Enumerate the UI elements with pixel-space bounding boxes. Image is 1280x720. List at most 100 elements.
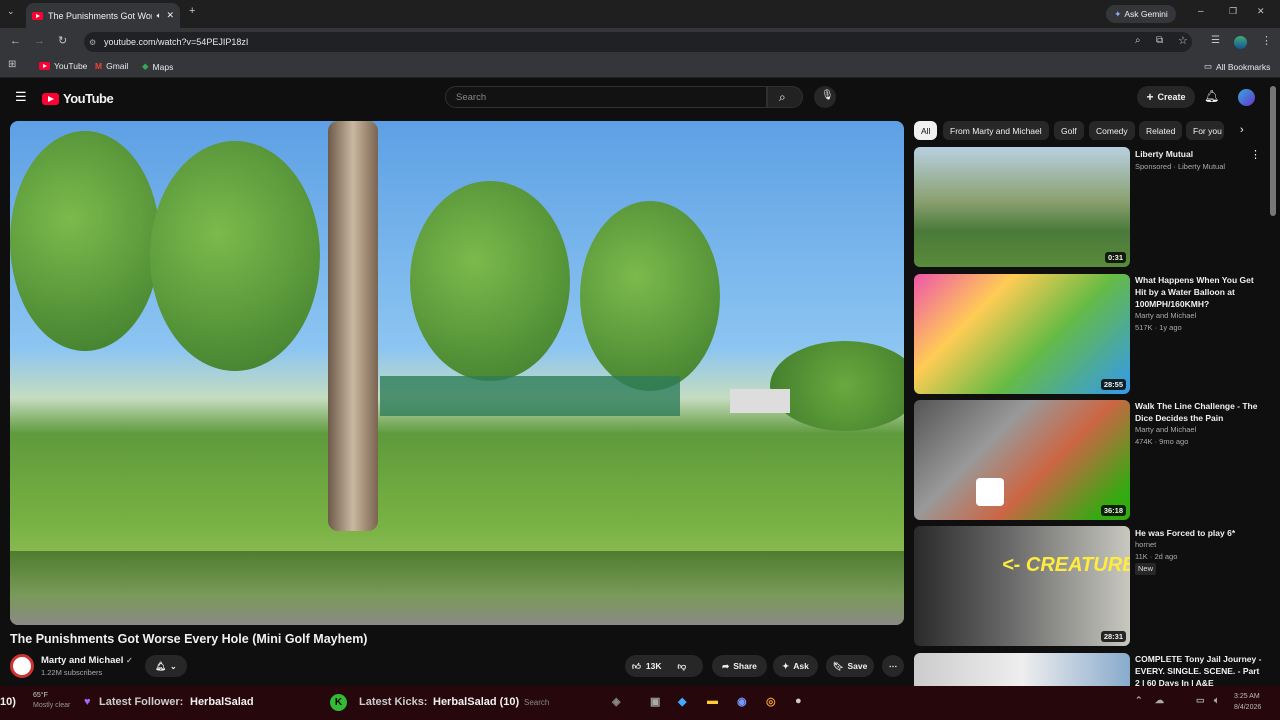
tray-cloud-icon[interactable]: ☁	[1155, 695, 1164, 706]
recommendation-thumbnail[interactable]: 0:31	[914, 147, 1130, 267]
search-icon: ⌕	[779, 90, 786, 104]
scene-path	[10, 551, 904, 625]
follower-name: HerbalSalad	[190, 696, 254, 708]
hamburger-menu-icon[interactable]: ☰	[15, 89, 27, 105]
recommendation-thumbnail[interactable]: 36:18	[914, 400, 1130, 520]
youtube-page: ☰ YouTube Search ⌕ 🎙︎ + Create 🔔︎ The Pu…	[0, 78, 1280, 686]
reload-icon[interactable]: ↻	[58, 34, 67, 47]
ask-gemini-button[interactable]: ✦ Ask Gemini	[1106, 5, 1176, 23]
like-dislike-group: 👍︎ 13K 👎︎	[625, 655, 703, 677]
search-input[interactable]: Search	[445, 86, 767, 108]
url-field[interactable]: ⚙ youtube.com/watch?v=54PEJIP18zI	[84, 32, 1192, 52]
channel-avatar[interactable]	[10, 654, 34, 678]
bookmark-youtube[interactable]: YouTube	[39, 61, 87, 71]
browser-menu-icon[interactable]: ⋮	[1261, 34, 1272, 47]
kicks-value: HerbalSalad (10)	[433, 696, 520, 708]
clock-date[interactable]: 8/4/2026	[1234, 704, 1261, 711]
chip-from-channel[interactable]: From Marty and Michael	[943, 121, 1049, 140]
ask-button[interactable]: ✦ Ask	[773, 655, 818, 677]
voice-search-button[interactable]: 🎙︎	[814, 86, 836, 108]
save-playlist-icon: 🔖︎	[832, 660, 844, 671]
bookmark-label: Maps	[152, 61, 174, 72]
channel-name[interactable]: Marty and Michael ✓	[41, 655, 133, 666]
dislike-button[interactable]: 👎︎	[677, 661, 686, 672]
recommendation-thumbnail[interactable]: 28:55	[914, 274, 1130, 394]
apps-grid-icon[interactable]: ⊞	[8, 59, 16, 70]
chip-for-you[interactable]: For you	[1186, 121, 1224, 140]
youtube-logo[interactable]: YouTube	[42, 91, 114, 106]
recommendation-channel: hornet	[1135, 540, 1157, 549]
bookmark-gmail[interactable]: M Gmail	[95, 61, 128, 71]
weather-temp[interactable]: 65°F	[33, 692, 48, 699]
chevron-right-icon[interactable]: ›	[1240, 124, 1244, 136]
recommendation-meta: Sponsored · Liberty Mutual	[1135, 162, 1226, 171]
recommendation-title[interactable]: He was Forced to play 6*	[1135, 527, 1263, 539]
search-button[interactable]: ⌕	[767, 86, 803, 108]
chip-related[interactable]: Related	[1139, 121, 1183, 140]
subscription-bell-button[interactable]: 🔔︎ ⌄	[145, 655, 187, 677]
zoom-icon[interactable]: ⌕	[1135, 35, 1141, 46]
install-app-icon[interactable]: ⧉	[1156, 35, 1163, 46]
verified-icon: ✓	[126, 656, 133, 665]
account-avatar[interactable]	[1238, 89, 1255, 106]
page-scrollbar[interactable]	[1270, 86, 1276, 216]
browser-tab[interactable]: The Punishments Got Worse 🔈︎ ✕	[26, 3, 180, 28]
recommendation-thumbnail[interactable]: <- CREATURE 28:31	[914, 526, 1130, 646]
more-actions-button[interactable]: ⋯	[882, 655, 904, 677]
video-player[interactable]	[10, 121, 904, 625]
scene-tree	[410, 181, 570, 381]
create-label: Create	[1157, 92, 1186, 102]
more-vertical-icon[interactable]: ⋮	[1250, 148, 1261, 161]
app-icon[interactable]: ◈	[612, 695, 620, 708]
chrome-icon[interactable]: ◎	[766, 695, 776, 708]
minimize-icon[interactable]: –	[1198, 6, 1204, 17]
kicks-label: Latest Kicks:	[359, 696, 428, 708]
tab-search-list-icon[interactable]: ☰	[1211, 35, 1220, 46]
recommendation-title[interactable]: What Happens When You Get Hit by a Water…	[1135, 274, 1263, 310]
save-button[interactable]: 🔖︎ Save	[826, 655, 874, 677]
kick-logo-icon: K	[330, 694, 347, 711]
like-button[interactable]: 👍︎ 13K	[632, 661, 661, 672]
notifications-bell-icon[interactable]: 🔔︎	[1204, 89, 1219, 103]
share-label: Share	[733, 661, 757, 671]
discord-icon[interactable]: ◉	[737, 695, 747, 708]
recommendation-thumbnail[interactable]	[914, 653, 1130, 686]
taskbar-search[interactable]: Search	[524, 698, 549, 707]
recommendation-title[interactable]: Liberty Mutual	[1135, 148, 1263, 160]
speaker-icon[interactable]: 🔈︎	[157, 11, 162, 21]
volume-icon[interactable]: 🔈︎	[1214, 695, 1219, 706]
all-bookmarks-folder[interactable]: ▭ All Bookmarks	[1204, 61, 1270, 72]
new-tab-icon[interactable]: +	[189, 5, 195, 17]
forward-icon[interactable]: →	[34, 35, 45, 47]
back-icon[interactable]: ←	[10, 35, 21, 47]
chip-golf[interactable]: Golf	[1054, 121, 1084, 140]
obs-icon[interactable]: ●	[795, 695, 802, 707]
store-icon[interactable]: ◆	[678, 695, 686, 708]
recommendation-title[interactable]: COMPLETE Tony Jail Journey - EVERY. SING…	[1135, 653, 1263, 686]
create-button[interactable]: + Create	[1137, 86, 1195, 108]
new-badge: New	[1135, 563, 1157, 575]
share-button[interactable]: ➦ Share	[712, 655, 767, 677]
close-window-icon[interactable]: ✕	[1257, 6, 1265, 17]
maps-icon: ◆	[142, 61, 149, 71]
site-info-icon[interactable]: ⚙	[89, 38, 96, 47]
bookmark-maps[interactable]: ◆ Maps	[142, 61, 173, 72]
clock-time[interactable]: 3:25 AM	[1234, 693, 1260, 700]
taskbar: 10) 65°F Mostly clear ♥ Latest Follower:…	[0, 686, 1280, 720]
chip-comedy[interactable]: Comedy	[1089, 121, 1135, 140]
video-duration: 36:18	[1100, 505, 1126, 516]
recommendation-channel: Marty and Michael	[1135, 311, 1197, 320]
tray-chevron-icon[interactable]: ⌃	[1135, 695, 1143, 706]
task-view-icon[interactable]: ▣	[650, 695, 660, 708]
tab-search-icon[interactable]: ⌄	[7, 6, 15, 17]
chip-label: For you	[1193, 125, 1222, 136]
close-tab-icon[interactable]: ✕	[166, 10, 174, 21]
recommendation-title[interactable]: Walk The Line Challenge - The Dice Decid…	[1135, 400, 1263, 424]
file-explorer-icon[interactable]: ▬	[707, 695, 718, 707]
network-icon[interactable]: ▭	[1196, 695, 1205, 706]
maximize-icon[interactable]: ❐	[1229, 6, 1237, 17]
bookmark-star-icon[interactable]: ☆	[1178, 34, 1188, 47]
profile-avatar[interactable]	[1234, 36, 1247, 49]
video-title: The Punishments Got Worse Every Hole (Mi…	[10, 632, 368, 646]
chip-all[interactable]: All	[914, 121, 938, 140]
